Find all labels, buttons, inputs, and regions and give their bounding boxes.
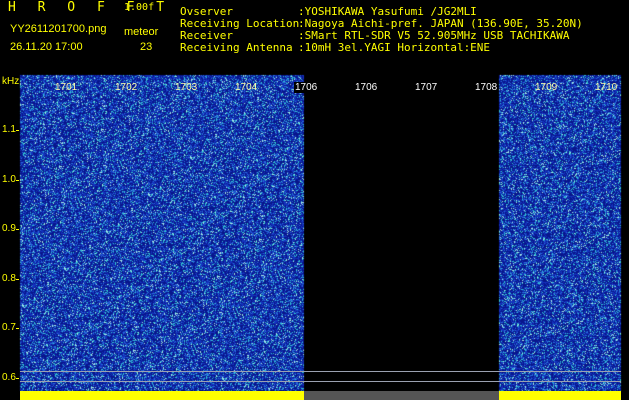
y-tick-mark xyxy=(16,328,19,329)
signal-baseline-gap xyxy=(304,391,499,400)
y-tick-label: 0.7 xyxy=(2,322,16,333)
y-tick-label: 0.8 xyxy=(2,273,16,284)
file-name: YY2611201700.png xyxy=(10,23,107,35)
y-tick-label: 1.0 xyxy=(2,174,16,185)
y-axis-unit: kHz xyxy=(2,76,20,87)
y-tick-label: 0.6 xyxy=(2,372,16,383)
x-tick-label: 1708 xyxy=(474,82,499,93)
y-tick-mark xyxy=(16,229,19,230)
spectrogram-canvas xyxy=(0,0,629,400)
signal-baseline xyxy=(499,391,621,400)
x-tick-label: 1702 xyxy=(115,82,138,93)
x-tick-label: 1706 xyxy=(294,82,319,93)
info-key-antenna: Receiving Antenna xyxy=(180,41,293,54)
x-tick-label: 1704 xyxy=(235,82,258,93)
x-tick-label: 1701 xyxy=(55,82,78,93)
meteor-count: 23 xyxy=(140,41,153,53)
y-tick-mark xyxy=(16,130,19,131)
mode-label: meteor xyxy=(124,26,159,38)
y-tick-mark xyxy=(16,279,19,280)
y-tick-label: 0.9 xyxy=(2,223,16,234)
x-tick-label: 1709 xyxy=(535,82,558,93)
info-value-antenna: :10mH 3el.YAGI Horizontal:ENE xyxy=(298,41,491,54)
signal-baseline xyxy=(20,391,304,400)
y-tick-mark xyxy=(16,180,19,181)
marker-line xyxy=(20,371,621,372)
date-time: 26.11.20 17:00 xyxy=(10,41,83,53)
y-tick-mark xyxy=(16,378,19,379)
x-tick-label: 1703 xyxy=(175,82,198,93)
app-version: 1.00f xyxy=(124,2,155,13)
x-tick-label: 1707 xyxy=(414,82,439,93)
y-tick-label: 1.1 xyxy=(2,124,16,135)
x-tick-label: 1710 xyxy=(595,82,618,93)
marker-line xyxy=(20,381,621,382)
x-tick-label: 1706 xyxy=(354,82,379,93)
